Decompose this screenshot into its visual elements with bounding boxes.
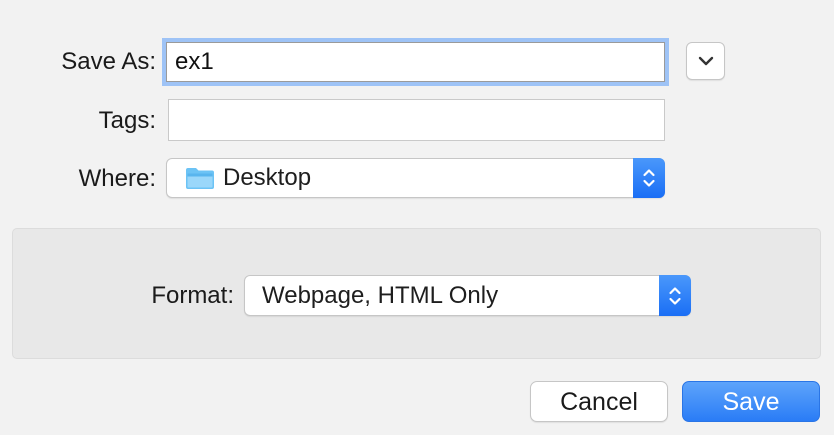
folder-icon bbox=[186, 168, 214, 189]
expand-dialog-button[interactable] bbox=[686, 42, 725, 80]
format-value: Webpage, HTML Only bbox=[262, 281, 499, 309]
format-label: Format: bbox=[151, 282, 234, 309]
chevron-down-icon bbox=[698, 56, 713, 66]
save-button[interactable]: Save bbox=[682, 381, 820, 422]
up-down-chevron-icon bbox=[643, 169, 655, 187]
format-popup-arrows[interactable] bbox=[659, 275, 691, 316]
up-down-chevron-icon bbox=[669, 286, 681, 305]
where-popup[interactable]: Desktop bbox=[166, 158, 665, 198]
where-value: Desktop bbox=[223, 164, 312, 191]
where-label: Where: bbox=[78, 165, 156, 192]
cancel-button[interactable]: Cancel bbox=[530, 381, 668, 422]
tags-field[interactable] bbox=[168, 99, 665, 141]
where-popup-arrows[interactable] bbox=[633, 158, 665, 198]
save-dialog: Save As: ex1 Tags: Where: Desktop Format… bbox=[0, 0, 834, 435]
tags-label: Tags: bbox=[98, 107, 156, 134]
format-popup[interactable]: Webpage, HTML Only bbox=[244, 275, 691, 316]
save-as-field[interactable]: ex1 bbox=[166, 42, 665, 82]
save-as-label: Save As: bbox=[61, 48, 156, 75]
